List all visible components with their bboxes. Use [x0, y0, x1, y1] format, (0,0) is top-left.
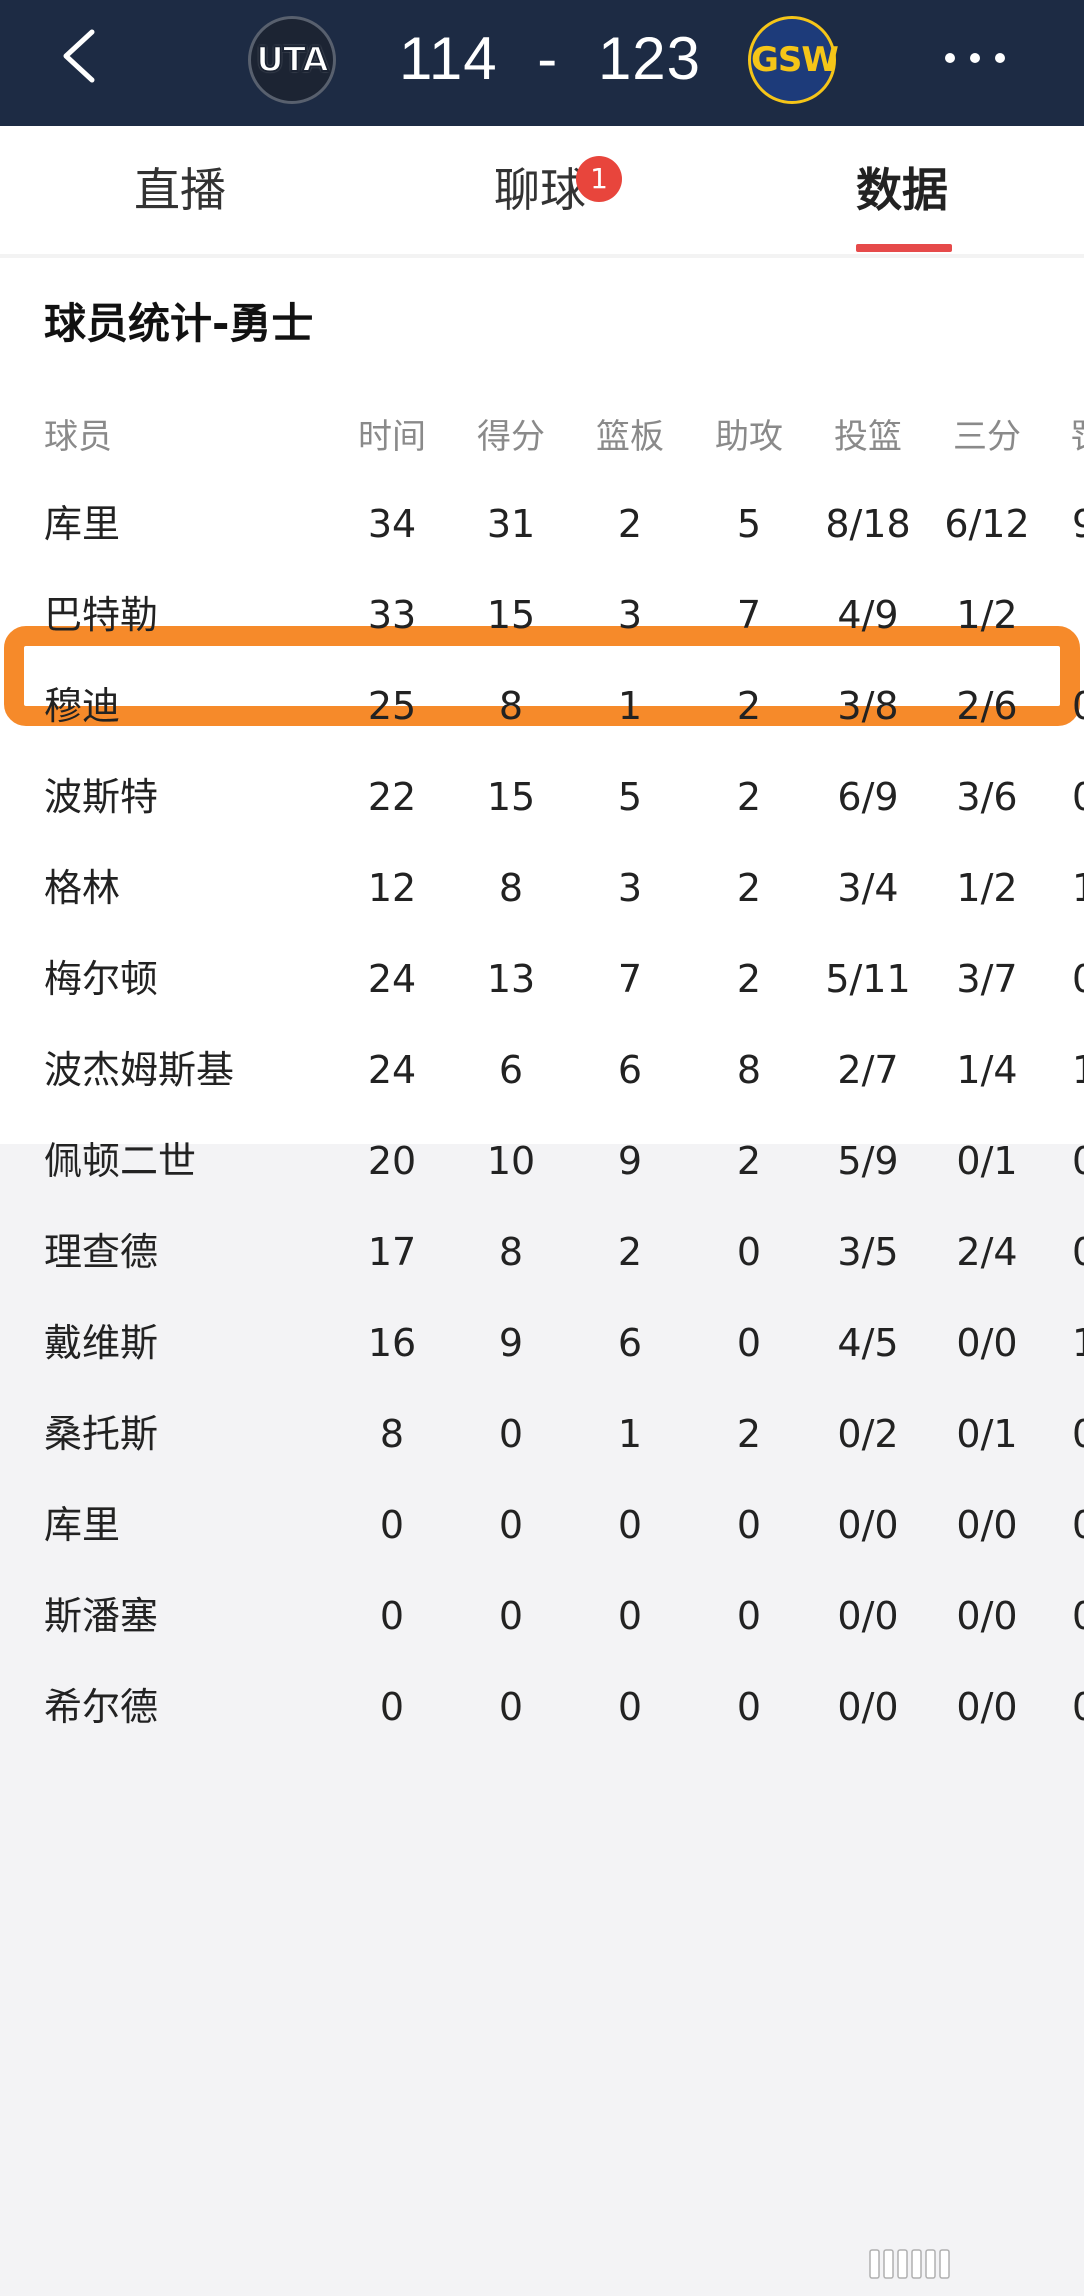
away-team-logo[interactable]: GSW [748, 16, 839, 104]
tab-bar: 直播 聊球 1 数据 [0, 126, 1084, 258]
score-separator: - [537, 25, 559, 92]
home-team-abbr: UTA [255, 39, 329, 81]
section-title: 球员统计-勇士 [44, 299, 314, 348]
home-team-logo[interactable]: UTA [248, 16, 336, 104]
table-row[interactable]: 希尔德 0 0 0 0 0/0 0/0 0 [0, 1640, 1084, 1774]
tab-live[interactable]: 直播 [100, 126, 260, 254]
back-button[interactable] [52, 26, 112, 86]
stat-min: 0 [379, 1685, 405, 1729]
stat-fg: 0/0 [837, 1685, 899, 1729]
column-header-assists: 助攻 [715, 417, 783, 457]
column-header-points: 得分 [477, 417, 545, 457]
player-name[interactable]: 希尔德 [44, 1640, 158, 1774]
scoreline: 114 - 123 [390, 14, 710, 104]
column-header-three-pointers: 三分 [953, 417, 1021, 457]
stat-reb: 0 [617, 1685, 643, 1729]
chat-notification-badge: 1 [576, 156, 622, 202]
more-dots-icon [945, 53, 1005, 63]
stat-tp: 0/0 [956, 1685, 1018, 1729]
column-header-free-throws: 罚 [1070, 412, 1084, 462]
active-tab-indicator [856, 244, 952, 252]
stat-pts: 0 [498, 1685, 524, 1729]
stat-ast: 0 [736, 1685, 762, 1729]
watermark-icon [860, 2244, 1060, 2284]
back-chevron-icon [63, 29, 95, 83]
column-header-rebounds: 篮板 [596, 417, 664, 457]
stat-ft: 0 [1072, 1640, 1084, 1774]
column-header-field-goals: 投篮 [834, 417, 902, 457]
home-score: 114 [398, 25, 498, 92]
away-team-abbr: GSW [751, 40, 839, 80]
away-score: 123 [597, 25, 702, 92]
tab-data[interactable]: 数据 [822, 126, 982, 254]
column-header-minutes: 时间 [358, 417, 426, 457]
column-header-player: 球员 [44, 417, 112, 457]
more-button[interactable] [940, 38, 1010, 78]
score-header: UTA 114 - 123 GSW [0, 0, 1084, 126]
